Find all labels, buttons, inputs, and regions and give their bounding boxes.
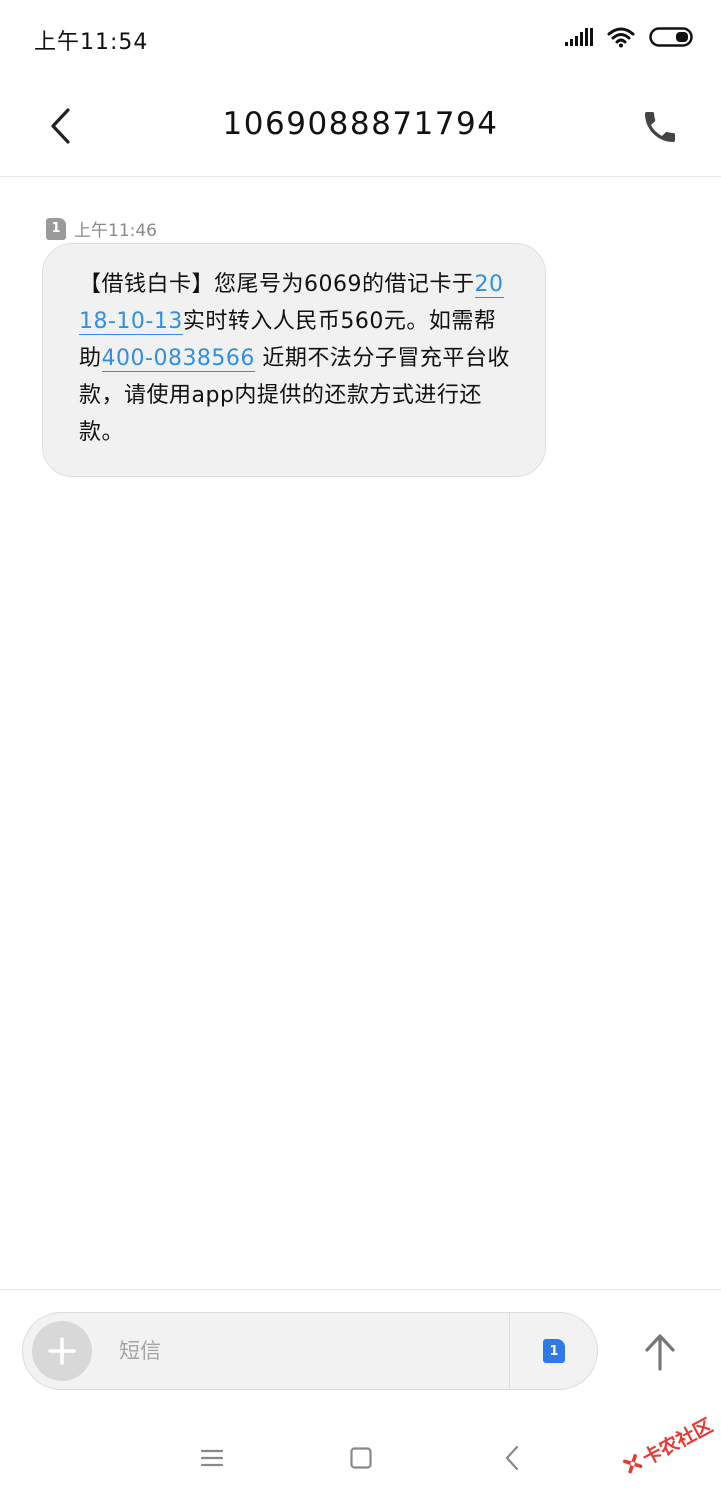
system-nav-bar — [0, 1414, 721, 1500]
square-icon — [350, 1447, 372, 1469]
message-time: 上午11:46 — [74, 221, 157, 241]
wifi-icon — [607, 27, 635, 48]
contact-number-title: 1069088871794 — [222, 106, 499, 142]
compose-bar: 1 — [0, 1289, 721, 1415]
plus-icon — [48, 1337, 76, 1365]
nav-back-button[interactable] — [490, 1436, 534, 1480]
sim-badge: 1 — [46, 217, 66, 240]
battery-icon — [649, 27, 693, 47]
compose-pill: 1 — [22, 1312, 598, 1390]
nav-menu-button[interactable] — [190, 1436, 234, 1480]
status-time: 上午11:54 — [34, 30, 149, 55]
message-bubble[interactable]: 【借钱白卡】您尾号为6069的借记卡于2018-10-13实时转入人民币560元… — [42, 243, 546, 477]
message-meta: 1 上午11:46 — [46, 216, 157, 241]
arrow-up-icon — [645, 1334, 675, 1371]
call-button[interactable] — [635, 102, 685, 152]
message-text-part1: 【借钱白卡】您尾号为6069的借记卡于 — [79, 272, 475, 297]
sim-select-button[interactable]: 1 — [510, 1313, 598, 1389]
watermark-text: 卡农社区 — [638, 1414, 717, 1470]
phone-link[interactable]: 400-0838566 — [101, 346, 255, 372]
sms-conversation-screen: 上午11:54 1069088871794 1 上午11:46 【借钱白卡】您尾… — [0, 0, 721, 1500]
status-icons — [565, 26, 695, 48]
chevron-left-icon — [505, 1445, 519, 1471]
conversation-header: 1069088871794 — [0, 76, 721, 177]
sim-card-icon: 1 — [543, 1339, 565, 1363]
status-bar: 上午11:54 — [0, 0, 721, 76]
message-input[interactable] — [119, 1323, 499, 1379]
nav-home-button[interactable] — [339, 1436, 383, 1480]
phone-icon — [645, 112, 675, 142]
send-button[interactable] — [628, 1320, 692, 1384]
signal-icon — [565, 28, 593, 46]
menu-icon — [200, 1449, 224, 1467]
add-attachment-button[interactable] — [32, 1321, 92, 1381]
